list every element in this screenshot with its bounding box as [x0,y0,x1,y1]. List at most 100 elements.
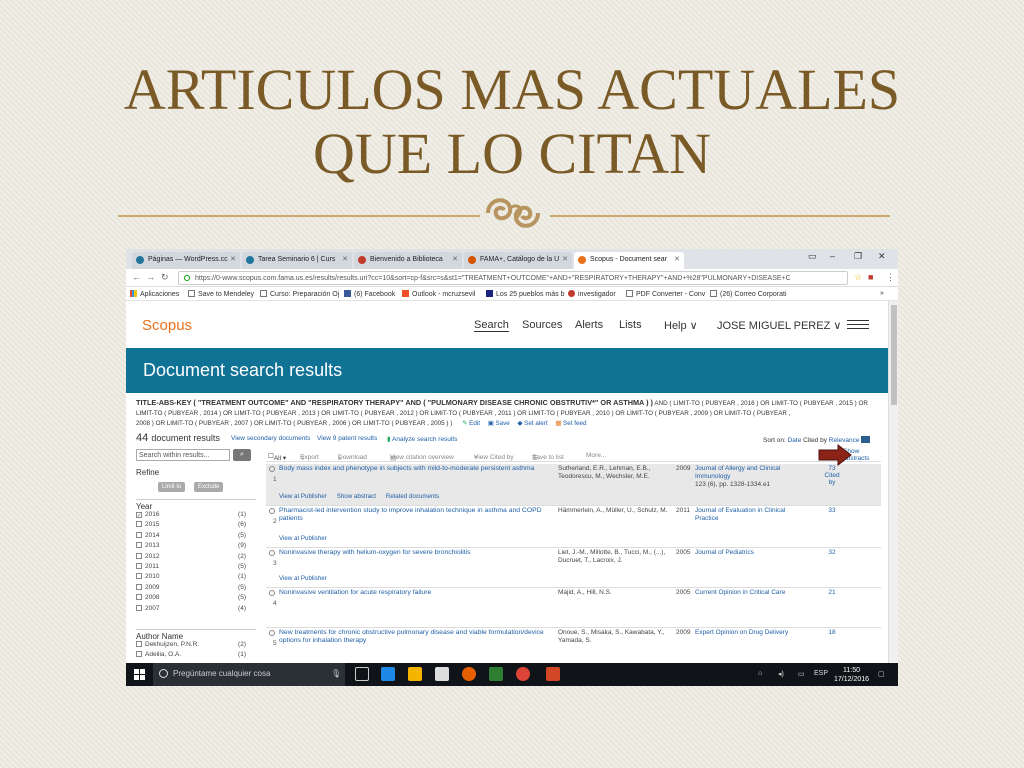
bookmark-facebook[interactable]: (6) Facebook [344,290,395,298]
bookmarks-overflow-icon[interactable]: » [880,290,884,297]
row-link[interactable]: Show abstract [337,493,376,500]
author-facet-item[interactable]: Adeilia, O.A. (1) [136,651,246,658]
nav-lists[interactable]: Lists [619,319,642,331]
row-checkbox[interactable] [269,508,275,514]
nav-alerts[interactable]: Alerts [575,319,603,331]
minimize-icon[interactable]: – [830,251,835,261]
year-facet-item[interactable]: 2013 (9) [136,542,246,549]
row-checkbox[interactable] [269,550,275,556]
sort-menu-icon[interactable] [861,436,871,443]
exclude-button[interactable]: Exclude [194,482,224,492]
source-title-link[interactable]: Journal of Pediatrics [695,549,754,556]
star-icon[interactable]: ☆ [854,272,862,283]
browser-tab-4[interactable]: FAMA+, Catálogo de la U ✕ [464,252,572,269]
store-icon[interactable] [435,667,449,681]
bookmark-pueblos[interactable]: Los 25 pueblos más b [486,290,565,298]
cited-by-count[interactable]: 73 Cited by [822,465,842,486]
browser-tab-2[interactable]: Tarea Seminario 6 | Curs ✕ [242,252,352,269]
cited-by-count[interactable]: 32 [822,549,842,556]
notifications-icon[interactable]: ▢ [878,670,885,678]
bookmark-pdf-converter[interactable]: PDF Converter - Conv [626,290,705,298]
checkbox[interactable] [136,604,142,611]
source-title-link[interactable]: Expert Opinion on Drug Delivery [695,629,788,636]
cited-by-count[interactable]: 21 [822,589,842,596]
network-icon[interactable]: ⌂ [758,670,762,677]
sort-date[interactable]: Date [788,437,802,444]
scrollbar-thumb[interactable] [891,305,897,405]
app-icon[interactable] [489,667,503,681]
year-facet-item[interactable]: 2015 (6) [136,521,246,528]
browser-tab-1[interactable]: Páginas — WordPress.cc ✕ [132,252,240,269]
patent-results-link[interactable]: View 9 patent results [317,435,377,442]
nav-help[interactable]: Help ∨ [664,319,698,332]
bookmark-curso[interactable]: Curso: Preparación Oj [260,290,339,298]
source-title-link[interactable]: Current Opinion in Critical Care [695,589,785,596]
year-facet-item[interactable]: ✓ 2016 (1) [136,511,246,519]
user-icon[interactable]: ▭ [808,251,817,262]
checkbox[interactable] [136,521,142,528]
maximize-icon[interactable]: ❐ [854,251,862,262]
taskbar-search-input[interactable]: Pregúntame cualquier cosa 🎙 [153,663,345,686]
task-view-icon[interactable] [355,667,369,681]
cited-by-count[interactable]: 18 [822,629,842,636]
menu-icon[interactable]: ⋮ [886,272,895,283]
hamburger-menu-icon[interactable] [847,320,869,332]
close-icon[interactable]: ✕ [562,255,568,263]
source-title-link[interactable]: Journal of Evaluation in Clinical Practi… [695,507,785,522]
language-indicator[interactable]: ESP [814,670,828,677]
checkbox[interactable] [136,641,142,647]
forward-icon[interactable]: → [146,272,155,282]
checkbox[interactable]: ✓ [136,512,142,519]
row-checkbox[interactable] [269,466,275,472]
back-icon[interactable]: ← [132,272,141,282]
nav-sources[interactable]: Sources [522,319,562,331]
microphone-icon[interactable]: 🎙 [331,669,341,678]
checkbox[interactable] [136,542,142,549]
bookmark-correo[interactable]: (26) Correo Corporati [710,290,787,298]
bookmark-investigador[interactable]: investigador [568,290,616,298]
close-icon[interactable]: ✕ [674,255,680,263]
year-facet-item[interactable]: 2009 (5) [136,583,246,591]
row-checkbox[interactable] [269,630,275,636]
year-facet-item[interactable]: 2014 (5) [136,531,246,539]
scopus-logo[interactable]: Scopus [142,317,192,334]
file-explorer-icon[interactable] [408,667,422,681]
search-icon[interactable]: ⌕ [233,449,251,461]
select-all-checkbox[interactable]: ☐ All ▾ [268,452,286,462]
powerpoint-icon[interactable] [546,667,560,681]
analyze-results-link[interactable]: ▮ Analyze search results [387,435,457,443]
windows-start-icon[interactable] [126,663,152,686]
browser-tab-5[interactable]: Scopus - Document sear ✕ [574,252,684,269]
checkbox[interactable] [136,552,142,559]
bookmark-outlook[interactable]: Outlook - mcruzsevil [402,290,475,298]
checkbox[interactable] [136,583,142,590]
document-title-link[interactable]: Noninvasive therapy with helium-oxygen f… [279,549,556,557]
bookmark-mendeley[interactable]: Save to Mendeley [188,290,254,298]
year-facet-item[interactable]: 2011 (5) [136,563,246,570]
row-link[interactable]: View at Publisher [279,535,327,542]
document-title-link[interactable]: Pharmacist-led intervention study to imp… [279,507,556,523]
url-input[interactable]: https://0-www.scopus.com.fama.us.es/resu… [178,271,848,285]
edit-query-link[interactable]: ✎ Edit [462,420,480,427]
year-facet-item[interactable]: 2007 (4) [136,604,246,612]
document-title-link[interactable]: New treatments for chronic obstructive p… [279,629,556,645]
system-clock[interactable]: 11:50 17/12/2016 [834,666,869,684]
set-feed-link[interactable]: ▦ Set feed [555,420,586,427]
checkbox[interactable] [136,573,142,580]
checkbox[interactable] [136,531,142,538]
close-window-icon[interactable]: ✕ [878,251,886,262]
nav-user-menu[interactable]: JOSE MIGUEL PEREZ ∨ [717,319,841,332]
limit-to-button[interactable]: Limit to [158,482,186,492]
firefox-icon[interactable] [462,667,476,681]
sort-relevance[interactable]: Relevance [829,437,860,444]
browser-tab-3[interactable]: Bienvenido a Biblioteca ✕ [354,252,462,269]
battery-icon[interactable]: ▭ [798,670,805,678]
checkbox[interactable] [136,594,142,601]
year-facet-item[interactable]: 2008 (5) [136,594,246,601]
checkbox[interactable] [136,563,142,569]
document-title-link[interactable]: Body mass index and phenotype in subject… [279,465,556,473]
checkbox[interactable] [136,651,142,658]
close-icon[interactable]: ✕ [452,255,458,263]
cited-by-count[interactable]: 33 [822,507,842,514]
row-link[interactable]: View at Publisher [279,575,327,582]
